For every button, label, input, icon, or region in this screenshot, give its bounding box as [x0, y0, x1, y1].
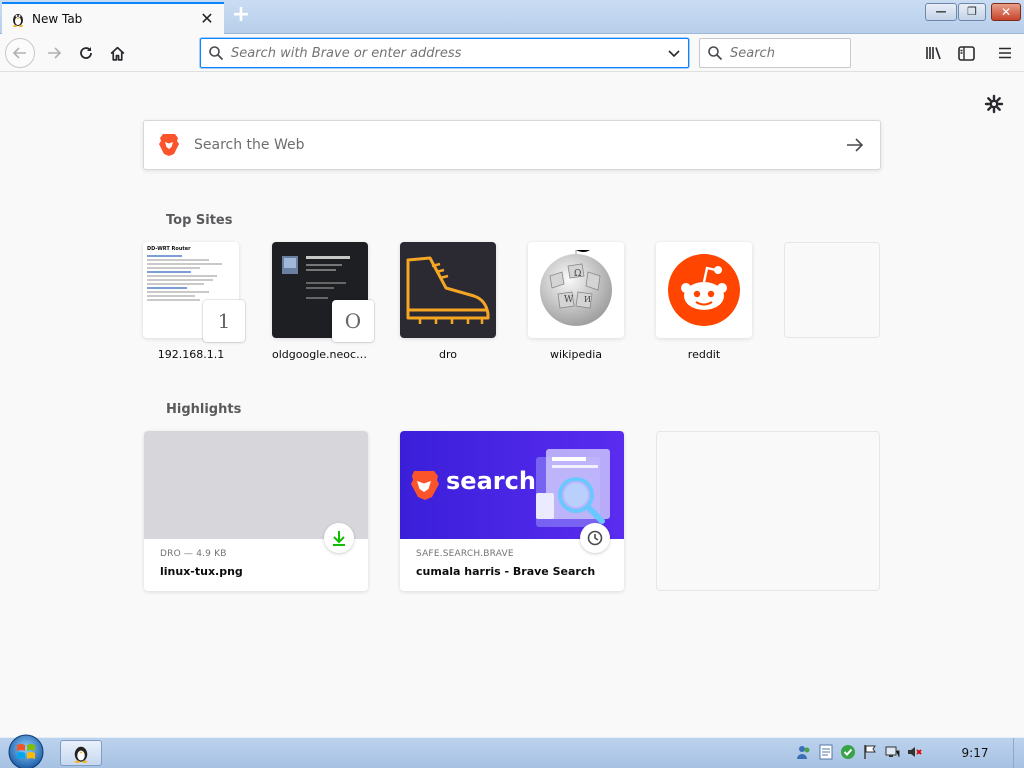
- top-site-placeholder: [784, 242, 880, 348]
- document-icon[interactable]: [818, 744, 834, 760]
- windows-taskbar: 9:17: [0, 734, 1024, 768]
- highlight-card[interactable]: search SAFE.SEARCH.BRAVE cumala harris -…: [400, 431, 624, 591]
- address-bar[interactable]: [200, 38, 689, 68]
- search-bar[interactable]: [699, 38, 851, 68]
- tux-icon: [13, 14, 23, 27]
- library-icon: [926, 47, 941, 60]
- close-icon: ✕: [1000, 5, 1012, 19]
- brave-lion-icon: [144, 133, 194, 157]
- window-close-button[interactable]: ✕: [991, 3, 1021, 21]
- reload-icon: [80, 47, 92, 59]
- top-site-tile[interactable]: Ω W И wikipedia: [528, 242, 624, 361]
- restore-icon: ❐: [967, 5, 977, 18]
- windows-logo-icon: [8, 734, 44, 768]
- back-button[interactable]: [5, 38, 35, 68]
- site-letter-badge: O: [332, 300, 374, 342]
- gear-icon[interactable]: [984, 94, 1004, 114]
- site-label: dro: [439, 348, 457, 361]
- empty-thumbnail: [784, 242, 880, 338]
- users-icon[interactable]: [796, 744, 812, 760]
- svg-text:W: W: [564, 295, 574, 305]
- nav-toolbar: [0, 34, 1024, 72]
- flag-icon[interactable]: [862, 744, 878, 760]
- site-label: reddit: [687, 348, 721, 361]
- web-search-box[interactable]: [143, 120, 881, 170]
- site-thumbnail: O: [272, 242, 374, 342]
- site-label: oldgoogle.neoci...: [272, 348, 368, 361]
- highlight-title: linux-tux.png: [160, 565, 243, 578]
- site-thumbnail: DD-WRT Router 1: [143, 242, 245, 342]
- highlight-title: cumala harris - Brave Search: [416, 565, 596, 578]
- forward-icon: [48, 47, 62, 59]
- home-button[interactable]: [103, 39, 131, 67]
- tux-icon: [74, 746, 88, 763]
- minimize-icon: —: [935, 5, 947, 18]
- search-icon: [700, 45, 730, 61]
- forward-button[interactable]: [40, 39, 68, 67]
- highlight-placeholder: [656, 431, 880, 591]
- svg-text:И: И: [584, 295, 591, 304]
- menu-icon: [999, 47, 1011, 59]
- new-tab-button[interactable]: +: [229, 4, 253, 28]
- site-label: wikipedia: [549, 348, 602, 361]
- top-site-tile[interactable]: O oldgoogle.neoci...: [272, 242, 374, 361]
- show-desktop-button[interactable]: [1013, 738, 1024, 768]
- top-sites-heading: Top Sites: [166, 213, 233, 228]
- window-minimize-button[interactable]: —: [925, 3, 957, 21]
- web-search-input[interactable]: [194, 137, 830, 153]
- top-site-tile[interactable]: dro: [400, 242, 496, 361]
- highlights-heading: Highlights: [166, 402, 242, 417]
- boot-icon: [406, 256, 490, 324]
- tab-close-icon[interactable]: ✕: [198, 11, 216, 27]
- download-icon: [324, 523, 354, 553]
- router-page-heading: DD-WRT Router: [147, 246, 191, 252]
- tab-title: New Tab: [32, 12, 83, 26]
- clock-icon: [580, 523, 610, 553]
- reload-button[interactable]: [72, 39, 100, 67]
- volume-muted-icon[interactable]: [906, 744, 922, 760]
- menu-button[interactable]: [991, 39, 1019, 67]
- security-check-icon[interactable]: [840, 744, 856, 760]
- svg-text:Ω: Ω: [574, 269, 581, 279]
- site-label: 192.168.1.1: [157, 348, 225, 361]
- wikipedia-globe-icon: Ω W И: [540, 250, 612, 326]
- address-input[interactable]: [231, 45, 660, 61]
- taskbar-browser-button[interactable]: [60, 740, 102, 766]
- system-tray: [796, 744, 922, 760]
- window-maximize-button[interactable]: ❐: [958, 3, 986, 21]
- sidebar-icon: [957, 45, 975, 61]
- network-icon[interactable]: [884, 744, 900, 760]
- top-site-tile[interactable]: DD-WRT Router 1 192.168.1.1: [143, 242, 245, 361]
- search-icon: [201, 45, 231, 61]
- search-input[interactable]: [730, 45, 850, 61]
- highlight-source: SAFE.SEARCH.BRAVE: [416, 549, 514, 559]
- sidebar-button[interactable]: [952, 39, 980, 67]
- start-button[interactable]: [6, 733, 46, 768]
- tab-strip: New Tab ✕ + — ❐ ✕: [0, 0, 1024, 34]
- top-site-tile[interactable]: reddit: [656, 242, 752, 361]
- highlight-source: DRO — 4.9 KB: [160, 549, 227, 559]
- site-thumbnail: [400, 242, 496, 338]
- arrow-right-icon[interactable]: [830, 137, 880, 153]
- site-thumbnail: Ω W И: [528, 242, 624, 338]
- library-button[interactable]: [920, 39, 948, 67]
- home-icon: [110, 46, 124, 61]
- back-icon: [12, 47, 26, 59]
- site-thumbnail: [656, 242, 752, 338]
- reddit-icon: [668, 254, 740, 326]
- banner-search-text: search: [446, 467, 536, 495]
- taskbar-clock[interactable]: 9:17: [950, 746, 1000, 760]
- chevron-down-icon[interactable]: [660, 46, 688, 60]
- site-letter-badge: 1: [203, 300, 245, 342]
- highlight-card[interactable]: DRO — 4.9 KB linux-tux.png: [144, 431, 368, 591]
- tab-new-tab[interactable]: New Tab ✕: [2, 2, 224, 34]
